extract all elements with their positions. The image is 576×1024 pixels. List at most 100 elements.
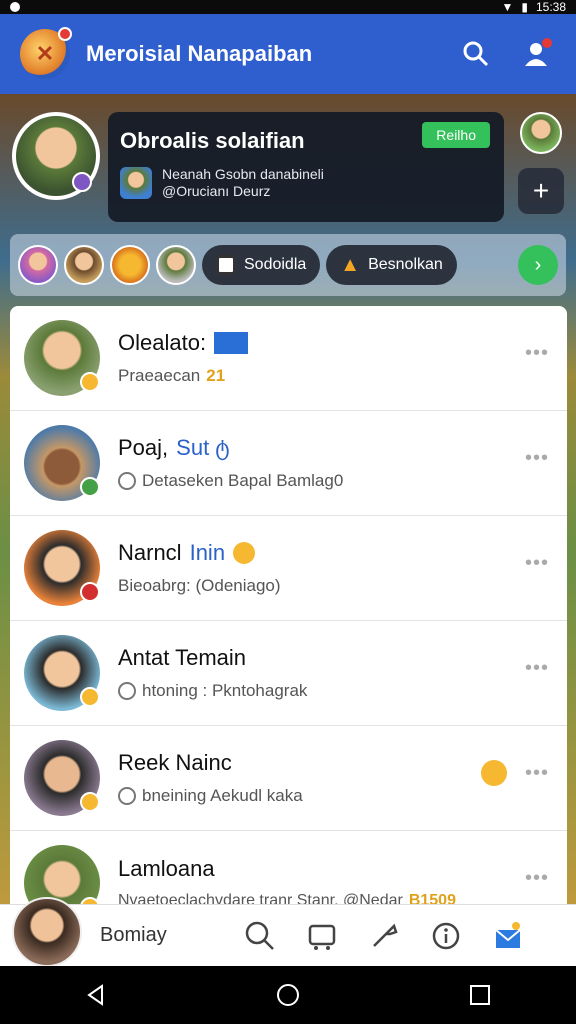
- hero-sub-row: Neanah Gsobn danabineli @Orucianı Deurz: [120, 166, 492, 200]
- chat-preview: bneining Aekudl kaka: [118, 786, 553, 806]
- profile-badge: [72, 172, 92, 192]
- forward-button[interactable]: ›: [518, 245, 558, 285]
- side-avatar[interactable]: [520, 112, 562, 154]
- logo-mark-icon: ✕: [35, 41, 55, 66]
- notification-icon: [10, 2, 20, 12]
- more-options-icon[interactable]: •••: [525, 342, 549, 365]
- info-tab[interactable]: [426, 916, 466, 956]
- chat-name: Antat Temain: [118, 645, 553, 671]
- chip-label: Sodoidla: [244, 256, 307, 273]
- back-triangle-icon: [87, 984, 103, 1006]
- chat-text: Olealato: Praeaecan 21: [118, 330, 553, 386]
- wifi-icon: ▼: [501, 0, 514, 14]
- add-button[interactable]: +: [518, 168, 564, 214]
- chat-preview: htoning : Pkntohagrak: [118, 681, 553, 701]
- status-badge: [80, 687, 100, 707]
- chip-button[interactable]: Sodoidla: [202, 245, 321, 285]
- search-icon: [463, 41, 489, 67]
- chat-avatar: [24, 635, 100, 711]
- profile-notification-dot: [542, 38, 552, 48]
- chat-preview-text: Detaseken Bapal Bamlag0: [142, 471, 344, 490]
- tools-tab[interactable]: [364, 916, 404, 956]
- join-button[interactable]: Reilho: [422, 122, 490, 148]
- chip-button[interactable]: ▲ Besnolkan: [326, 245, 457, 285]
- chat-row[interactable]: Poaj, Sut ტ Detaseken Bapal Bamlag0 •••: [10, 411, 567, 516]
- user-avatar[interactable]: [12, 896, 82, 967]
- chat-name-label: Poaj,: [118, 435, 169, 460]
- clock-icon: [118, 787, 136, 805]
- app-title: Meroisial Nanapaiban: [86, 41, 313, 66]
- status-left: [10, 2, 20, 12]
- story-avatar[interactable]: [64, 245, 104, 285]
- chat-row[interactable]: Narncl Inin Bieoabrg: (Odeniago) •••: [10, 516, 567, 621]
- hero-card[interactable]: Obroalis solaifian Reilho Neanah Gsobn d…: [108, 112, 504, 222]
- search-tab[interactable]: [240, 916, 280, 956]
- hero-sub-line-1: Neanah Gsobn danabineli: [162, 166, 324, 182]
- status-right: ▼ ▮ 15:38: [501, 0, 566, 14]
- inbox-tab[interactable]: [488, 916, 528, 956]
- chat-preview: Nvaetoeclachvdare tranr Stanr, @Nedar B1…: [118, 892, 553, 904]
- recents-square-icon: [470, 985, 490, 1005]
- chat-preview: Detaseken Bapal Bamlag0: [118, 471, 553, 491]
- app-logo[interactable]: ✕: [20, 27, 72, 79]
- clock-icon: [118, 682, 136, 700]
- status-badge: [80, 582, 100, 602]
- chat-row[interactable]: Olealato: Praeaecan 21 •••: [10, 306, 567, 411]
- chat-name-label: Reek Nainc: [118, 750, 232, 775]
- chat-preview-text: bneining Aekudl kaka: [142, 786, 303, 805]
- emoji-icon: [233, 542, 256, 564]
- chat-row[interactable]: Lamloana Nvaetoeclachvdare tranr Stanr, …: [10, 831, 567, 904]
- chat-name-label: Antat Temain: [118, 645, 247, 670]
- profile-avatar[interactable]: [12, 112, 100, 200]
- home-button[interactable]: [268, 975, 308, 1015]
- chat-avatar: [24, 425, 100, 501]
- chat-name-label: Olealato:: [118, 330, 207, 355]
- info-icon: [432, 922, 460, 949]
- chat-name-extra: Inin: [189, 540, 226, 565]
- chat-preview-text: Praeaecan: [118, 366, 201, 385]
- more-options-icon[interactable]: •••: [525, 657, 549, 680]
- clock-icon: [118, 472, 136, 490]
- cart-tab[interactable]: [302, 916, 342, 956]
- chat-text: Poaj, Sut ტ Detaseken Bapal Bamlag0: [118, 435, 553, 491]
- chat-row[interactable]: Antat Temain htoning : Pkntohagrak •••: [10, 621, 567, 726]
- profile-button[interactable]: [516, 34, 556, 74]
- more-options-icon[interactable]: •••: [525, 762, 549, 785]
- story-avatar[interactable]: [156, 245, 196, 285]
- chat-avatar: [24, 740, 100, 816]
- back-button[interactable]: [76, 975, 116, 1015]
- chat-preview-extra: B1509: [408, 892, 456, 904]
- chat-name-label: Narncl: [118, 540, 182, 565]
- chat-list: Olealato: Praeaecan 21 ••• Poaj, Sut ტ D…: [10, 306, 567, 904]
- chat-avatar: [24, 320, 100, 396]
- chevron-right-icon: ›: [534, 253, 542, 276]
- chat-preview-extra: 21: [206, 366, 226, 385]
- search-button[interactable]: [456, 34, 496, 74]
- status-badge: [80, 792, 100, 812]
- chat-name-label: Lamloana: [118, 856, 215, 881]
- chat-text: Narncl Inin Bieoabrg: (Odeniago): [118, 540, 553, 596]
- battery-icon: ▮: [521, 0, 528, 14]
- more-options-icon[interactable]: •••: [525, 447, 549, 470]
- chat-text: Lamloana Nvaetoeclachvdare tranr Stanr, …: [118, 856, 553, 904]
- more-options-icon[interactable]: •••: [525, 867, 549, 890]
- chat-row[interactable]: Reek Nainc bneining Aekudl kaka •••: [10, 726, 567, 831]
- story-avatar[interactable]: [18, 245, 58, 285]
- home-circle-icon: [277, 984, 299, 1006]
- more-options-icon[interactable]: •••: [525, 552, 549, 575]
- bottom-bar: Bomiay: [0, 896, 576, 967]
- chat-name: Olealato:: [118, 330, 553, 356]
- chat-preview-text: Nvaetoeclachvdare tranr Stanr, @Nedar: [118, 892, 403, 904]
- status-badge: [80, 477, 100, 497]
- wrench-icon: [373, 923, 398, 947]
- chip-label: Besnolkan: [368, 256, 443, 273]
- chat-name-extra: Sut ტ: [176, 435, 230, 460]
- image-icon: [216, 255, 236, 275]
- bottom-bar-icons: [240, 916, 528, 956]
- story-avatar[interactable]: [110, 245, 150, 285]
- bottom-bar-label[interactable]: Bomiay: [100, 924, 220, 947]
- chat-preview: Praeaecan 21: [118, 366, 553, 386]
- chat-avatar: [24, 845, 100, 904]
- recents-button[interactable]: [460, 975, 500, 1015]
- chat-preview-text: htoning : Pkntohagrak: [142, 681, 308, 700]
